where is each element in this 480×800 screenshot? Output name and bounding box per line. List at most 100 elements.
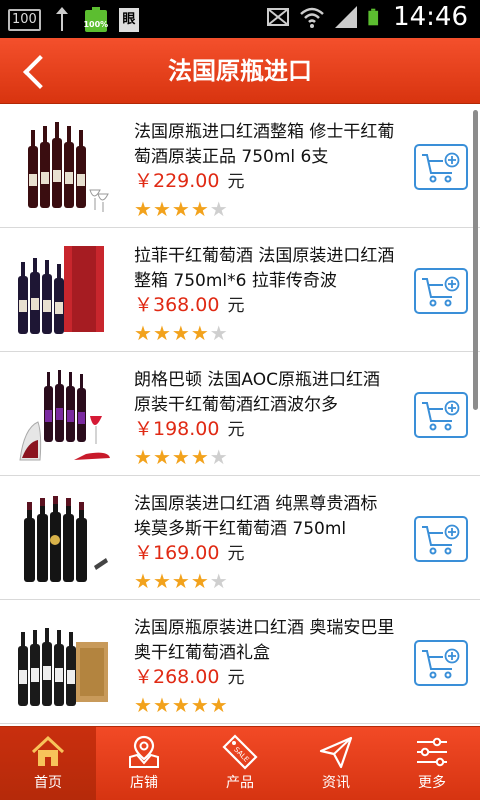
wine-bottles-image — [28, 122, 109, 212]
send-icon — [319, 736, 353, 769]
star-empty-icon: ★ — [209, 445, 228, 469]
product-price: ￥198.00 元 — [134, 416, 244, 443]
star-empty-icon: ★ — [209, 569, 228, 593]
star-icon: ★ — [152, 197, 171, 221]
nav-more[interactable]: 更多 — [384, 727, 480, 800]
add-to-cart-button[interactable] — [414, 640, 468, 686]
sale-tag-icon: SALE — [222, 734, 258, 770]
battery-percent: 100% — [83, 20, 109, 29]
product-name[interactable]: 法国原瓶进口红酒整箱 修士干红葡萄酒原装正品 750ml 6支 — [134, 120, 396, 170]
nav-news[interactable]: 资讯 — [288, 727, 384, 800]
chevron-left-icon[interactable] — [14, 48, 60, 94]
list-item[interactable]: 法国原瓶进口红酒整箱 修士干红葡萄酒原装正品 750ml 6支 ￥229.00 元… — [0, 104, 480, 228]
status-bar: 100 100% 眼 14:46 — [0, 0, 480, 38]
cart-add-icon — [422, 152, 460, 183]
star-icon: ★ — [190, 321, 209, 345]
scrollbar[interactable] — [473, 110, 478, 410]
star-icon: ★ — [134, 569, 152, 593]
star-icon: ★ — [134, 693, 152, 717]
price-unit: 元 — [227, 296, 245, 316]
wine-gift-box-image — [18, 628, 108, 706]
rating-stars: ★ ★ ★ ★ ★ — [134, 322, 228, 344]
rating-stars: ★ ★ ★ ★ ★ — [134, 694, 228, 716]
star-icon: ★ — [171, 445, 190, 469]
product-list[interactable]: 法国原瓶进口红酒整箱 修士干红葡萄酒原装正品 750ml 6支 ￥229.00 元… — [0, 104, 480, 726]
header-bar: 法国原瓶进口 — [0, 38, 480, 104]
add-to-cart-button[interactable] — [414, 144, 468, 190]
product-price: ￥268.00 元 — [134, 664, 244, 691]
star-icon: ★ — [171, 569, 190, 593]
nav-store[interactable]: 店铺 — [96, 727, 192, 800]
wine-gift-set-image — [18, 246, 104, 334]
mute-icon — [267, 8, 290, 26]
star-icon: ★ — [171, 197, 190, 221]
star-icon: ★ — [190, 197, 209, 221]
list-item[interactable]: 法国原装进口红酒 纯黑尊贵酒标 埃莫多斯干红葡萄酒 750ml ￥169.00 元… — [0, 476, 480, 600]
add-to-cart-button[interactable] — [414, 268, 468, 314]
nav-label: 产品 — [226, 775, 254, 791]
star-icon: ★ — [134, 445, 152, 469]
list-item[interactable]: 法国原瓶原装进口红酒 奥瑞安巴里奥干红葡萄酒礼盒 ￥268.00 元 ★ ★ ★ ★ ★ — [0, 600, 480, 724]
star-icon: ★ — [134, 197, 152, 221]
star-icon: ★ — [209, 693, 228, 717]
list-item[interactable]: 朗格巴顿 法国AOC原瓶进口红酒 原装干红葡萄酒红酒波尔多 ￥198.00 元 ★… — [0, 352, 480, 476]
product-name[interactable]: 拉菲干红葡萄酒 法国原装进口红酒整箱 750ml*6 拉菲传奇波 — [134, 244, 396, 294]
price-value: ￥198.00 — [134, 418, 220, 440]
nav-label: 资讯 — [322, 775, 350, 791]
notification-100-icon: 100 — [8, 9, 41, 31]
price-value: ￥268.00 — [134, 666, 220, 688]
rating-stars: ★ ★ ★ ★ ★ — [134, 446, 228, 468]
price-value: ￥368.00 — [134, 294, 220, 316]
price-value: ￥169.00 — [134, 542, 220, 564]
nav-products[interactable]: SALE 产品 — [192, 727, 288, 800]
star-icon: ★ — [171, 321, 190, 345]
price-unit: 元 — [227, 668, 245, 688]
price-unit: 元 — [227, 420, 245, 440]
clock: 14:46 — [393, 2, 468, 32]
document-notification-icon: 眼 — [118, 8, 139, 32]
sliders-icon — [417, 737, 447, 767]
star-icon: ★ — [152, 693, 171, 717]
bottom-nav: 首页 店铺 SALE 产品 资讯 更多 — [0, 726, 480, 800]
star-icon: ★ — [190, 693, 209, 717]
nav-home[interactable]: 首页 — [0, 727, 96, 800]
price-value: ￥229.00 — [134, 170, 220, 192]
usb-icon — [51, 7, 73, 33]
price-unit: 元 — [227, 172, 245, 192]
nav-label: 店铺 — [130, 775, 158, 791]
wine-decanter-image — [19, 370, 110, 461]
battery-icon: 100% — [83, 6, 109, 34]
cart-add-icon — [422, 276, 460, 307]
wifi-icon — [300, 7, 324, 28]
nav-label: 首页 — [34, 775, 62, 791]
star-icon: ★ — [171, 693, 190, 717]
page-title: 法国原瓶进口 — [168, 57, 312, 85]
product-price: ￥368.00 元 — [134, 292, 244, 319]
add-to-cart-button[interactable] — [414, 392, 468, 438]
signal-icon — [335, 6, 358, 28]
store-map-icon — [129, 735, 159, 768]
star-icon: ★ — [152, 445, 171, 469]
wine-bottles-image — [24, 496, 108, 582]
nav-label: 更多 — [418, 775, 446, 791]
list-item[interactable]: 拉菲干红葡萄酒 法国原装进口红酒整箱 750ml*6 拉菲传奇波 ￥368.00… — [0, 228, 480, 352]
star-icon: ★ — [152, 569, 171, 593]
star-empty-icon: ★ — [209, 197, 228, 221]
star-icon: ★ — [134, 321, 152, 345]
product-name[interactable]: 朗格巴顿 法国AOC原瓶进口红酒 原装干红葡萄酒红酒波尔多 — [134, 368, 396, 418]
rating-stars: ★ ★ ★ ★ ★ — [134, 198, 228, 220]
product-name[interactable]: 法国原装进口红酒 纯黑尊贵酒标 埃莫多斯干红葡萄酒 750ml — [134, 492, 396, 542]
rating-stars: ★ ★ ★ ★ ★ — [134, 570, 228, 592]
home-icon — [31, 735, 65, 766]
cart-add-icon — [422, 400, 460, 431]
price-unit: 元 — [227, 544, 245, 564]
star-icon: ★ — [190, 445, 209, 469]
battery-icon — [368, 8, 379, 26]
add-to-cart-button[interactable] — [414, 516, 468, 562]
cart-add-icon — [422, 648, 460, 679]
product-price: ￥229.00 元 — [134, 168, 244, 195]
product-name[interactable]: 法国原瓶原装进口红酒 奥瑞安巴里奥干红葡萄酒礼盒 — [134, 616, 396, 666]
star-empty-icon: ★ — [209, 321, 228, 345]
product-price: ￥169.00 元 — [134, 540, 244, 567]
cart-add-icon — [422, 524, 460, 555]
